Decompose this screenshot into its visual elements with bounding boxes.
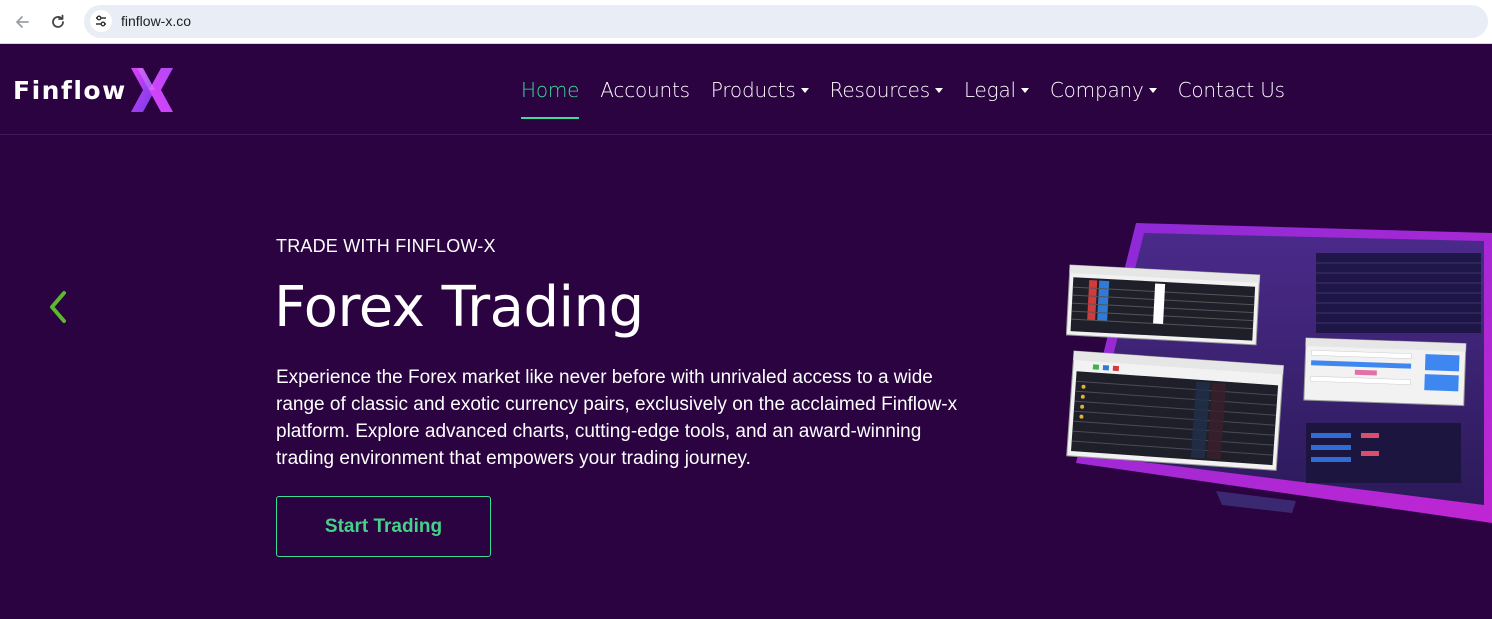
logo[interactable]: Finflow	[13, 67, 175, 113]
nav-item-label: Home	[521, 77, 580, 102]
reload-button[interactable]	[46, 10, 70, 34]
hero-section: TRADE WITH FINFLOW-X Forex Trading Exper…	[0, 135, 1492, 619]
nav-item-contact-us[interactable]: Contact Us	[1178, 45, 1285, 134]
caret-down-icon	[934, 88, 943, 93]
carousel-prev-button[interactable]	[44, 289, 72, 325]
nav-item-label: Contact Us	[1177, 77, 1285, 102]
browser-toolbar: finflow-x.co	[0, 0, 1492, 44]
site-header: Finflow Home Accounts Products Resources…	[0, 45, 1492, 135]
nav-item-label: Company	[1049, 77, 1144, 102]
arrow-left-icon	[16, 16, 29, 28]
nav-item-label: Accounts	[600, 77, 690, 102]
main-nav: Home Accounts Products Resources Legal C…	[521, 45, 1306, 134]
caret-down-icon	[1020, 88, 1029, 93]
nav-item-company[interactable]: Company	[1050, 45, 1157, 134]
nav-item-label: Resources	[829, 77, 931, 102]
nav-item-products[interactable]: Products	[711, 45, 809, 134]
site-info-button[interactable]	[90, 10, 112, 32]
hero-title: Forex Trading	[274, 275, 644, 340]
nav-item-legal[interactable]: Legal	[964, 45, 1029, 134]
address-bar[interactable]: finflow-x.co	[84, 5, 1488, 38]
hero-description: Experience the Forex market like never b…	[276, 367, 958, 469]
caret-down-icon	[800, 88, 809, 93]
start-trading-button[interactable]: Start Trading	[276, 496, 491, 557]
trading-platform-illustration	[1066, 223, 1492, 523]
nav-item-resources[interactable]: Resources	[830, 45, 943, 134]
nav-item-accounts[interactable]: Accounts	[600, 45, 690, 134]
logo-text: Finflow	[13, 75, 127, 105]
url-text[interactable]: finflow-x.co	[121, 13, 191, 29]
nav-item-label: Legal	[963, 77, 1016, 102]
nav-item-label: Products	[710, 77, 796, 102]
hero-kicker: TRADE WITH FINFLOW-X	[276, 236, 496, 256]
back-button[interactable]	[10, 10, 34, 34]
logo-x-mark-icon	[130, 68, 173, 112]
chevron-left-icon	[50, 291, 66, 323]
tune-icon	[96, 15, 106, 27]
nav-item-home[interactable]: Home	[521, 45, 580, 134]
reload-icon	[52, 14, 64, 28]
caret-down-icon	[1148, 88, 1157, 93]
